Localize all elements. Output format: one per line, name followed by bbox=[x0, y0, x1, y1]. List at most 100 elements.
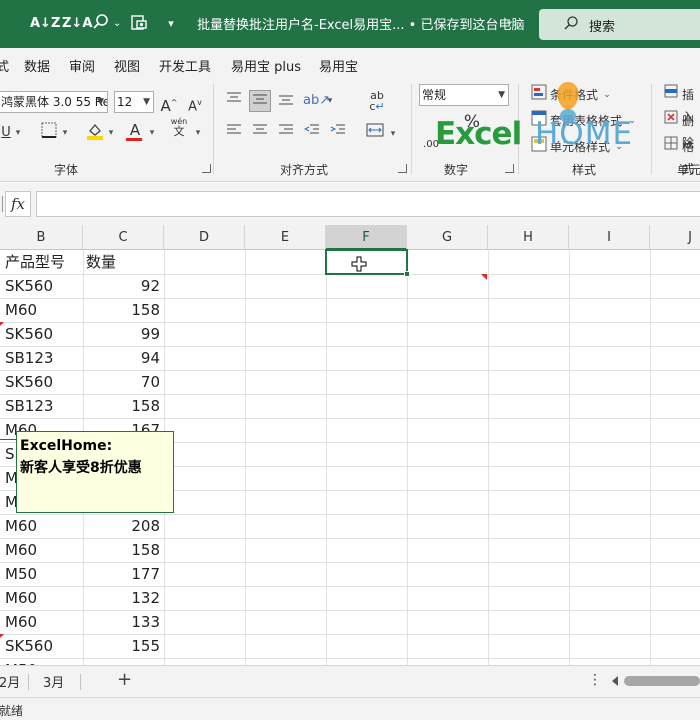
align-center-icon[interactable] bbox=[251, 123, 269, 145]
search-box[interactable]: 搜索 bbox=[539, 9, 700, 40]
find-dropdown-icon[interactable]: ⌄ bbox=[113, 13, 121, 35]
column-header-f[interactable]: F bbox=[326, 225, 407, 250]
cell-c[interactable]: 158 bbox=[84, 298, 160, 322]
cell-c-header[interactable]: 数量 bbox=[86, 250, 162, 274]
merge-center-icon[interactable] bbox=[366, 123, 384, 145]
column-header-j[interactable]: J bbox=[650, 225, 700, 250]
number-format-select[interactable]: 常规 ▼ bbox=[419, 84, 509, 106]
cell-c[interactable]: 155 bbox=[84, 634, 160, 658]
tab-developer[interactable]: 开发工具 bbox=[159, 56, 211, 75]
font-color-dropdown-icon[interactable]: ▾ bbox=[147, 122, 157, 144]
phonetic-dropdown-icon[interactable]: ▾ bbox=[193, 122, 203, 144]
cell-c[interactable]: 208 bbox=[84, 514, 160, 538]
cell-b-header[interactable]: 产品型号 bbox=[5, 250, 80, 274]
decrease-indent-icon[interactable] bbox=[303, 123, 321, 145]
scroll-left-icon[interactable] bbox=[612, 676, 618, 686]
fill-color-icon[interactable] bbox=[86, 122, 104, 144]
worksheet-grid[interactable]: B C D E F G H I J 产品型号 数量 SK560 92 M60 158 S… bbox=[0, 225, 700, 665]
underline-dropdown-icon[interactable]: ▾ bbox=[13, 122, 23, 144]
format-cells-label[interactable]: 格式 bbox=[682, 136, 700, 176]
column-header-h[interactable]: H bbox=[488, 225, 569, 250]
fill-handle[interactable] bbox=[404, 271, 410, 277]
insert-cells-icon[interactable] bbox=[663, 84, 679, 106]
cell-b[interactable]: M50 bbox=[5, 658, 80, 665]
sort-ascending-icon[interactable]: A↓Z bbox=[30, 13, 60, 35]
customize-toolbar-icon[interactable]: ▾ bbox=[160, 13, 182, 35]
cell-c[interactable]: 99 bbox=[84, 322, 160, 346]
phonetic-icon[interactable]: wén 文 bbox=[168, 117, 190, 139]
orientation-icon[interactable]: ab↗ bbox=[303, 90, 330, 112]
cell-b[interactable]: M60 bbox=[5, 538, 80, 562]
cell-b[interactable]: M60 bbox=[5, 610, 80, 634]
tab-formulas[interactable]: 式 bbox=[0, 56, 9, 75]
cell-b[interactable]: SK560 bbox=[5, 322, 80, 346]
merge-dropdown-icon[interactable]: ▾ bbox=[388, 123, 398, 145]
sheet-tab-feb[interactable]: 2月 bbox=[0, 672, 20, 691]
align-top-icon[interactable] bbox=[225, 90, 243, 112]
font-name-select[interactable]: 鸿蒙黑体 3.0 55 Regu▼ bbox=[0, 91, 108, 113]
cell-b[interactable]: SB123 bbox=[5, 394, 80, 418]
font-dialog-launcher-icon[interactable] bbox=[202, 164, 211, 173]
cell-c[interactable]: 133 bbox=[84, 610, 160, 634]
tab-review[interactable]: 审阅 bbox=[69, 56, 95, 75]
font-size-select[interactable]: 12 ▼ bbox=[114, 91, 154, 113]
align-right-icon[interactable] bbox=[277, 123, 295, 145]
align-bottom-icon[interactable] bbox=[277, 90, 295, 112]
alignment-dialog-launcher-icon[interactable] bbox=[398, 164, 407, 173]
column-header-c[interactable]: C bbox=[83, 225, 164, 250]
insert-function-icon[interactable]: fx bbox=[5, 191, 31, 217]
cell-b[interactable]: SK560 bbox=[5, 274, 80, 298]
find-icon[interactable] bbox=[90, 13, 112, 35]
align-left-icon[interactable] bbox=[225, 123, 243, 145]
cell-b[interactable]: M60 bbox=[5, 298, 80, 322]
number-dialog-launcher-icon[interactable] bbox=[505, 164, 514, 173]
wrap-text-icon[interactable]: ab c↵ bbox=[366, 90, 388, 112]
align-middle-icon[interactable] bbox=[249, 90, 271, 112]
fill-color-dropdown-icon[interactable]: ▾ bbox=[106, 122, 116, 144]
delete-cells-icon[interactable] bbox=[663, 110, 679, 132]
border-dropdown-icon[interactable]: ▾ bbox=[60, 122, 70, 144]
underline-icon[interactable]: U bbox=[0, 122, 14, 144]
cell-c[interactable] bbox=[84, 658, 160, 665]
formula-input[interactable] bbox=[36, 191, 700, 217]
cell-b[interactable]: SB123 bbox=[5, 346, 80, 370]
cell-b[interactable]: M50 bbox=[5, 562, 80, 586]
orientation-dropdown-icon[interactable]: ▾ bbox=[325, 90, 335, 112]
font-color-icon[interactable]: A bbox=[126, 119, 144, 141]
insert-cells-label[interactable]: 插入 bbox=[682, 84, 700, 124]
tab-data[interactable]: 数据 bbox=[24, 56, 50, 75]
conditional-format-dropdown-icon[interactable]: ⌄ bbox=[602, 84, 612, 106]
border-icon[interactable] bbox=[40, 122, 58, 144]
delete-cells-label[interactable]: 删除 bbox=[682, 110, 700, 150]
add-sheet-button[interactable]: + bbox=[117, 669, 132, 690]
column-header-i[interactable]: I bbox=[569, 225, 650, 250]
column-header-g[interactable]: G bbox=[407, 225, 488, 250]
title-dropdown-icon[interactable]: ⌄ bbox=[505, 14, 514, 27]
cell-c[interactable]: 158 bbox=[84, 538, 160, 562]
cell-b[interactable]: M60 bbox=[5, 586, 80, 610]
cell-c[interactable]: 132 bbox=[84, 586, 160, 610]
column-header-d[interactable]: D bbox=[164, 225, 245, 250]
cell-c[interactable]: 70 bbox=[84, 370, 160, 394]
tab-yiyongbao-plus[interactable]: 易用宝 plus bbox=[231, 56, 301, 75]
cell-c[interactable]: 158 bbox=[84, 394, 160, 418]
format-cells-icon[interactable] bbox=[663, 136, 679, 158]
column-header-b[interactable]: B bbox=[0, 225, 83, 250]
cell-c[interactable]: 94 bbox=[84, 346, 160, 370]
more-options-icon[interactable]: ⋮ bbox=[588, 672, 602, 688]
sort-descending-icon[interactable]: Z↓A bbox=[62, 13, 92, 35]
camera-icon[interactable] bbox=[128, 13, 150, 35]
tab-view[interactable]: 视图 bbox=[114, 56, 140, 75]
increase-indent-icon[interactable] bbox=[329, 123, 347, 145]
column-header-e[interactable]: E bbox=[245, 225, 326, 250]
horizontal-scrollbar[interactable] bbox=[624, 676, 700, 686]
cell-c[interactable]: 177 bbox=[84, 562, 160, 586]
decrease-font-icon[interactable]: Av bbox=[186, 92, 204, 114]
increase-font-icon[interactable]: A^ bbox=[160, 92, 178, 115]
cell-c[interactable]: 92 bbox=[84, 274, 160, 298]
cell-b[interactable]: SK560 bbox=[5, 370, 80, 394]
tab-yiyongbao[interactable]: 易用宝 bbox=[319, 56, 358, 75]
cell-b[interactable]: M60 bbox=[5, 514, 80, 538]
sheet-tab-mar[interactable]: 3月 bbox=[43, 672, 64, 691]
cell-b[interactable]: SK560 bbox=[5, 634, 80, 658]
